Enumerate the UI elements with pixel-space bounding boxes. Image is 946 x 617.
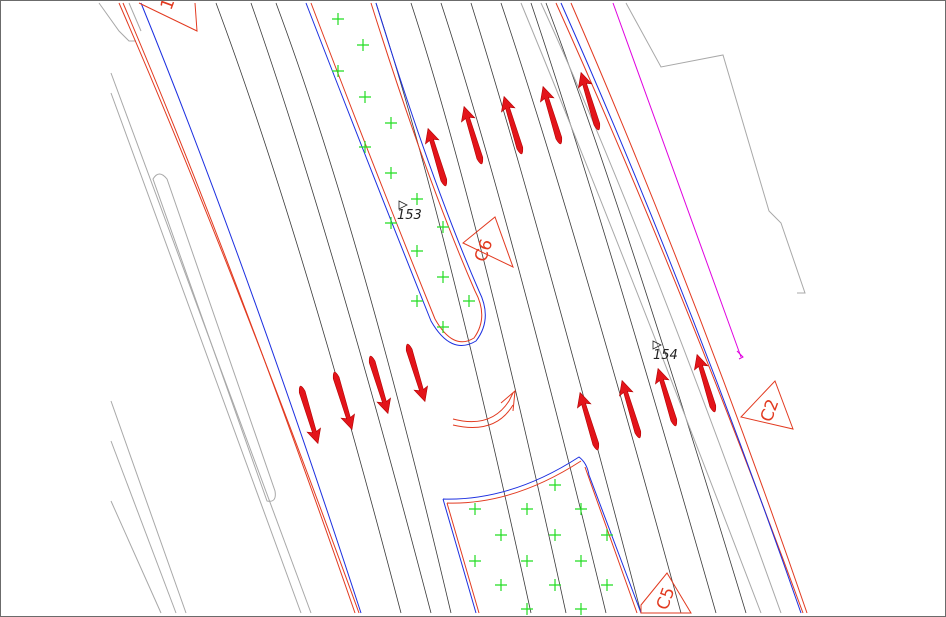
drawing-frame: 13 C6 C2 C5 153 154 — [0, 0, 946, 617]
direction-arrow — [405, 343, 428, 403]
left-structure-lines — [98, 2, 312, 614]
direction-arrow — [332, 371, 355, 431]
direction-arrow — [540, 85, 563, 145]
point-153: 153 — [397, 200, 422, 223]
southbound-arrows — [298, 343, 428, 445]
marker-c2-label: C2 — [757, 397, 784, 425]
direction-arrow — [501, 95, 524, 155]
left-curb — [118, 2, 362, 614]
point-154-label: 154 — [653, 348, 678, 363]
direction-arrow — [577, 391, 600, 451]
marker-c6-label: C6 — [471, 237, 498, 265]
marker-c5-label: C5 — [653, 585, 680, 613]
marker-c5: C5 — [640, 572, 692, 614]
marker-c2: C2 — [740, 380, 794, 430]
road-plan-drawing: 13 C6 C2 C5 153 154 — [98, 1, 808, 615]
point-153-label: 153 — [397, 208, 422, 223]
marker-c6: C6 — [462, 216, 514, 268]
direction-arrow — [368, 355, 391, 415]
northbound-arrows-lower — [577, 353, 717, 451]
direction-arrow — [425, 127, 448, 187]
right-curb — [555, 2, 808, 614]
property-boundary-line — [612, 2, 742, 358]
planting-markers-north — [332, 13, 475, 333]
direction-arrow — [619, 379, 642, 439]
direction-arrow — [461, 105, 484, 165]
direction-arrow — [298, 385, 321, 445]
marker-top: 13 — [138, 1, 198, 32]
u-turn-arrow — [452, 389, 516, 428]
right-building-outline — [625, 2, 806, 294]
marker-top-label: 13 — [157, 1, 183, 13]
point-154: 154 — [652, 340, 678, 363]
median-island-north — [305, 2, 486, 346]
